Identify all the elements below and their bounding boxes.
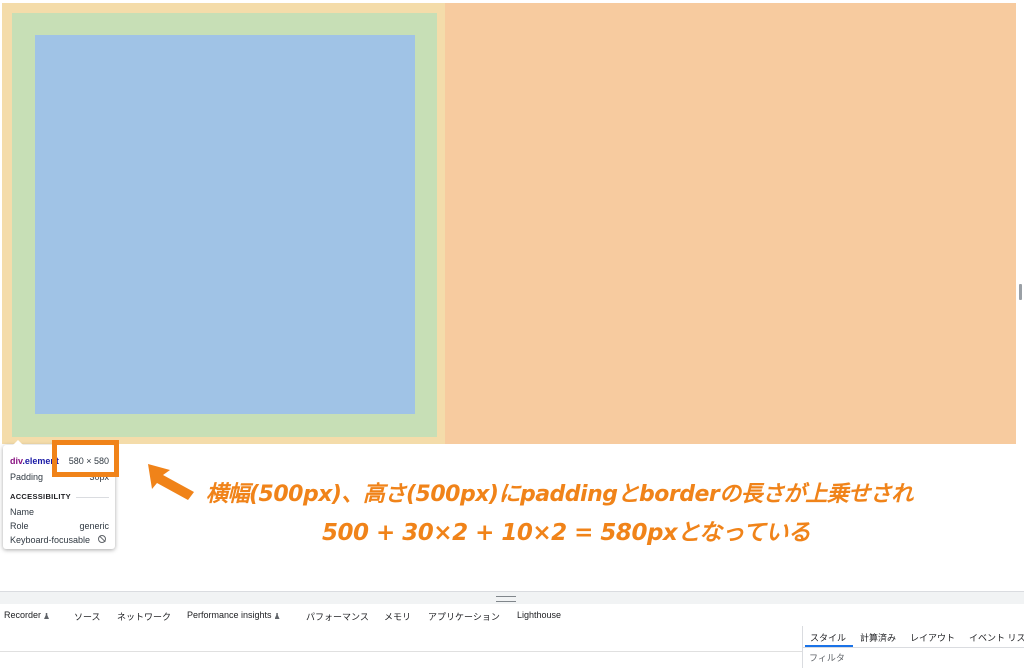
- devtools-tab-bar: Recorder ソース ネットワーク Performance insights…: [0, 604, 1024, 627]
- tab-lighthouse[interactable]: Lighthouse: [517, 610, 561, 620]
- tab-performance-insights-label: Performance insights: [187, 610, 272, 620]
- experiment-flask-icon: [44, 613, 50, 619]
- name-label: Name: [10, 507, 35, 517]
- tab-network[interactable]: ネットワーク: [117, 610, 171, 623]
- tooltip-caret: [13, 440, 23, 445]
- tab-recorder[interactable]: Recorder: [4, 610, 50, 620]
- annotation-line-2: 500 + 30×2 + 10×2 = 580pxとなっている: [322, 520, 811, 546]
- drag-handle-icon[interactable]: [496, 596, 516, 602]
- scrollbar-thumb[interactable]: [1019, 284, 1022, 300]
- accessibility-heading: ACCESSIBILITY: [10, 492, 71, 501]
- keyboard-focusable-label: Keyboard-focusable: [10, 535, 91, 545]
- tab-memory[interactable]: メモリ: [384, 610, 411, 623]
- devtools-resize-bar[interactable]: [0, 591, 1024, 604]
- tab-layout[interactable]: レイアウト: [910, 631, 955, 644]
- highlight-box: [52, 440, 119, 477]
- not-allowed-icon: [98, 535, 106, 543]
- styles-sidebar: スタイル 計算済み レイアウト イベント リスナー フィルタ: [802, 626, 1024, 668]
- arrow-icon: [148, 464, 194, 500]
- role-value: generic: [79, 521, 109, 531]
- filter-input[interactable]: フィルタ: [809, 651, 845, 664]
- divider: [803, 647, 1024, 648]
- tab-performance[interactable]: パフォーマンス: [306, 610, 369, 623]
- content-highlight: [35, 35, 415, 414]
- divider: [0, 651, 802, 652]
- padding-label: Padding: [10, 472, 44, 482]
- role-label: Role: [10, 521, 29, 531]
- annotation-line-1: 横幅(500px)、高さ(500px)にpaddingとborderの長さが上乗…: [206, 482, 913, 507]
- tab-sources[interactable]: ソース: [74, 610, 101, 623]
- tab-application[interactable]: アプリケーション: [428, 610, 500, 623]
- tab-performance-insights[interactable]: Performance insights: [187, 610, 280, 620]
- experiment-flask-icon: [274, 613, 280, 619]
- tab-styles[interactable]: スタイル: [810, 631, 846, 644]
- divider: [76, 497, 109, 498]
- tab-computed[interactable]: 計算済み: [860, 631, 896, 644]
- tab-event-listeners[interactable]: イベント リスナー: [969, 631, 1024, 644]
- tab-recorder-label: Recorder: [4, 610, 42, 620]
- element-tag-name: div: [10, 456, 23, 466]
